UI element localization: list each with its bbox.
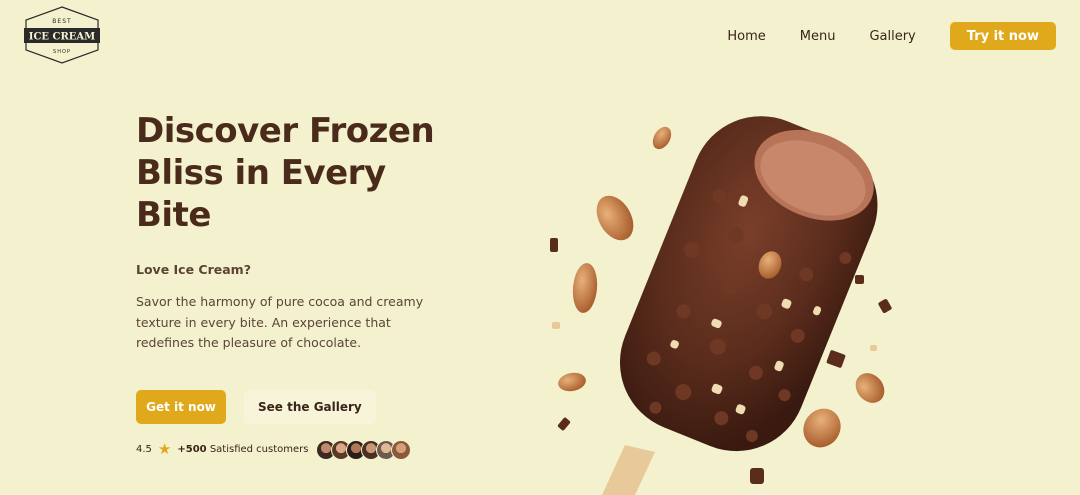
customers-text: +500 Satisfied customers [177, 444, 308, 455]
brand-logo[interactable]: BEST ICE CREAM SHOP [22, 6, 102, 64]
main-nav: Home Menu Gallery Try it now [727, 22, 1056, 50]
brand-bottom-text: SHOP [53, 49, 71, 55]
ice-cream-bar-image [540, 100, 920, 495]
hero-title: Discover Frozen Bliss in Every Bite [136, 111, 435, 235]
brand-logo-badge: BEST ICE CREAM SHOP [24, 6, 100, 64]
hero-section: Discover Frozen Bliss in Every Bite Love… [136, 110, 436, 460]
nav-gallery[interactable]: Gallery [869, 29, 915, 44]
hero-description: Savor the harmony of pure cocoa and crea… [136, 294, 424, 350]
brand-name-text: ICE CREAM [29, 32, 95, 43]
see-gallery-button[interactable]: See the Gallery [244, 389, 376, 424]
customers-label: Satisfied customers [209, 444, 309, 455]
rating-row: 4.5 ★ +500 Satisfied customers [136, 439, 436, 460]
hero-subtitle: Love Ice Cream? [136, 262, 251, 277]
try-it-now-button[interactable]: Try it now [949, 22, 1056, 50]
nav-home[interactable]: Home [727, 29, 765, 44]
customer-avatars [316, 439, 412, 460]
get-it-now-button[interactable]: Get it now [136, 389, 226, 424]
nav-menu[interactable]: Menu [800, 29, 836, 44]
avatar [391, 439, 412, 460]
cta-row: Get it now See the Gallery [136, 389, 436, 424]
brand-top-text: BEST [52, 18, 71, 25]
star-icon: ★ [157, 440, 172, 458]
customers-count: +500 [177, 444, 207, 455]
rating-value: 4.5 [136, 444, 152, 455]
